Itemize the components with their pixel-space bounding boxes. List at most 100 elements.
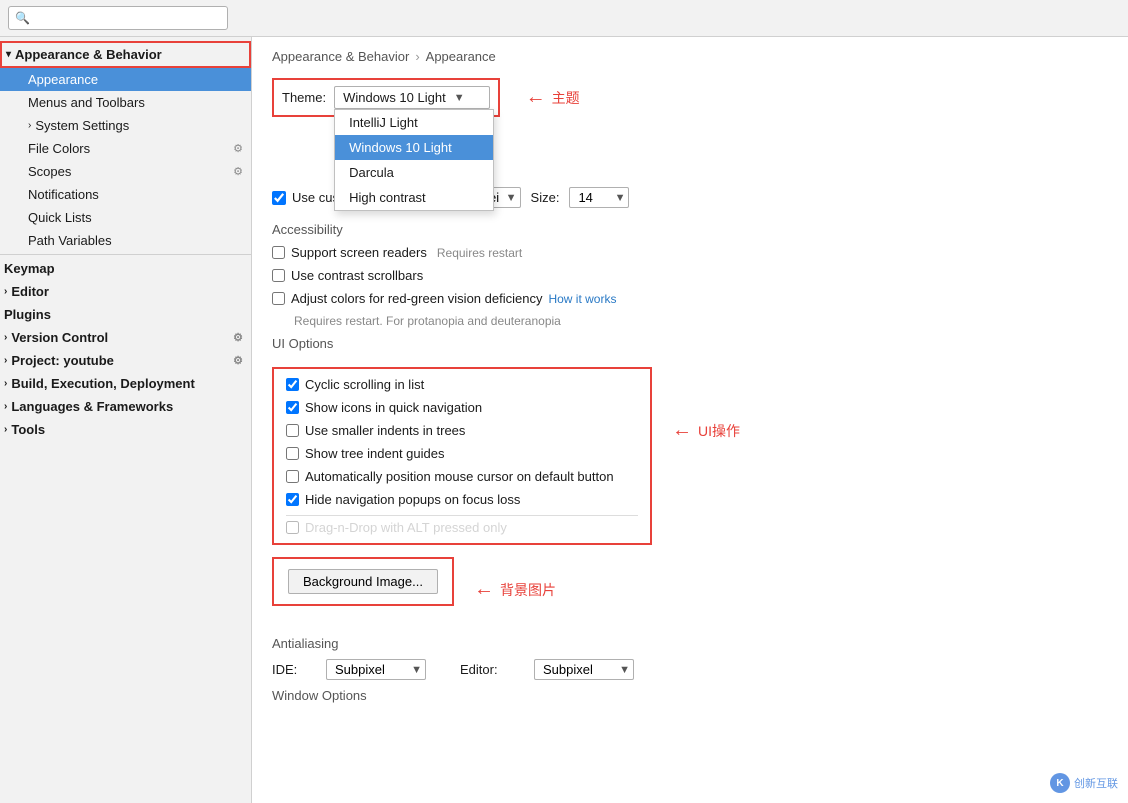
sidebar-item-path-variables[interactable]: Path Variables [0, 229, 251, 252]
theme-option-high-contrast[interactable]: High contrast [335, 185, 493, 210]
sidebar-item-appearance[interactable]: Appearance [0, 68, 251, 91]
search-icon: 🔍 [15, 11, 30, 25]
sidebar-item-label: Version Control [11, 330, 108, 345]
antialiasing-row: IDE: Subpixel Greyscale None ▼ Editor: S… [272, 659, 1108, 680]
ide-antialias-select[interactable]: Subpixel Greyscale None [326, 659, 426, 680]
smaller-indents-label: Use smaller indents in trees [305, 423, 465, 438]
show-icons-checkbox[interactable] [286, 401, 299, 414]
sidebar-item-label: System Settings [35, 118, 129, 133]
drag-drop-checkbox[interactable] [286, 521, 299, 534]
ui-ops-arrow: ← [672, 419, 692, 442]
tree-indent-row: Show tree indent guides [286, 446, 638, 461]
theme-dropdown-menu: IntelliJ Light Windows 10 Light Darcula … [334, 109, 494, 211]
smaller-indents-row: Use smaller indents in trees [286, 423, 638, 438]
background-image-button[interactable]: Background Image... [288, 569, 438, 594]
sidebar-item-tools[interactable]: › Tools [0, 418, 251, 441]
chevron-icon: ▾ [6, 49, 11, 60]
cyclic-scroll-checkbox[interactable] [286, 378, 299, 391]
breadcrumb: Appearance & Behavior › Appearance [272, 49, 1108, 64]
sidebar-item-languages-frameworks[interactable]: › Languages & Frameworks [0, 395, 251, 418]
chevron-icon: › [4, 424, 7, 435]
show-icons-row: Show icons in quick navigation [286, 400, 638, 415]
antialiasing-section: Antialiasing IDE: Subpixel Greyscale Non… [272, 636, 1108, 680]
sidebar-item-notifications[interactable]: Notifications [0, 183, 251, 206]
sidebar-item-label: Path Variables [28, 233, 112, 248]
contrast-scrollbars-label: Use contrast scrollbars [291, 268, 423, 283]
settings-icon: ⚙ [233, 354, 243, 367]
settings-icon: ⚙ [233, 142, 243, 155]
sidebar-item-label: Editor [11, 284, 49, 299]
window-options-heading: Window Options [272, 688, 1108, 703]
screen-readers-label: Support screen readers [291, 245, 427, 260]
theme-option-intellij[interactable]: IntelliJ Light [335, 110, 493, 135]
background-image-box: Background Image... [272, 557, 454, 606]
settings-icon: ⚙ [233, 331, 243, 344]
sidebar-item-label: Tools [11, 422, 45, 437]
breadcrumb-part2: Appearance [426, 49, 496, 64]
ide-label: IDE: [272, 662, 312, 677]
ui-ops-annotation: ← UI操作 [672, 419, 740, 442]
hide-nav-popups-row: Hide navigation popups on focus loss [286, 492, 638, 507]
size-label: Size: [531, 190, 560, 205]
sidebar-item-appearance-behavior[interactable]: ▾ Appearance & Behavior [0, 41, 251, 68]
theme-select-display[interactable]: Windows 10 Light ▼ [334, 86, 490, 109]
sidebar-item-keymap[interactable]: Keymap [0, 257, 251, 280]
breadcrumb-part1: Appearance & Behavior [272, 49, 409, 64]
chevron-icon: › [4, 286, 7, 297]
size-select[interactable]: 14 [569, 187, 629, 208]
cyclic-scroll-row: Cyclic scrolling in list [286, 377, 638, 392]
theme-dropdown-wrapper: Windows 10 Light ▼ IntelliJ Light Window… [334, 86, 490, 109]
editor-label: Editor: [460, 662, 520, 677]
sidebar-item-menus-toolbars[interactable]: Menus and Toolbars [0, 91, 251, 114]
how-it-works-link[interactable]: How it works [548, 292, 616, 306]
sidebar-item-plugins[interactable]: Plugins [0, 303, 251, 326]
cyclic-scroll-label: Cyclic scrolling in list [305, 377, 424, 392]
sidebar-item-version-control[interactable]: › Version Control ⚙ [0, 326, 251, 349]
sidebar-item-build-execution[interactable]: › Build, Execution, Deployment [0, 372, 251, 395]
theme-option-windows10[interactable]: Windows 10 Light [335, 135, 493, 160]
use-custom-font-checkbox[interactable] [272, 191, 286, 205]
sidebar: ▾ Appearance & Behavior Appearance Menus… [0, 37, 252, 803]
adjust-colors-checkbox[interactable] [272, 292, 285, 305]
main-layout: ▾ Appearance & Behavior Appearance Menus… [0, 37, 1128, 803]
ui-ops-annotation-label: UI操作 [698, 421, 740, 441]
search-box: 🔍 [8, 6, 228, 30]
sidebar-item-label: Appearance [28, 72, 98, 87]
ide-antialias-wrapper: Subpixel Greyscale None ▼ [326, 659, 426, 680]
smaller-indents-checkbox[interactable] [286, 424, 299, 437]
theme-option-darcula[interactable]: Darcula [335, 160, 493, 185]
watermark: K 创新互联 [1050, 773, 1118, 793]
contrast-scrollbars-checkbox[interactable] [272, 269, 285, 282]
chevron-icon: › [4, 355, 7, 366]
chevron-icon: › [4, 401, 7, 412]
sidebar-item-scopes[interactable]: Scopes ⚙ [0, 160, 251, 183]
requires-restart-label: Requires restart [437, 246, 522, 260]
sidebar-item-system-settings[interactable]: › System Settings [0, 114, 251, 137]
search-input[interactable] [34, 11, 221, 25]
sidebar-item-label: File Colors [28, 141, 90, 156]
sidebar-item-project-youtube[interactable]: › Project: youtube ⚙ [0, 349, 251, 372]
ui-options-heading: UI Options [272, 336, 1108, 351]
sidebar-item-file-colors[interactable]: File Colors ⚙ [0, 137, 251, 160]
sidebar-item-label: Project: youtube [11, 353, 114, 368]
contrast-scrollbars-item: Use contrast scrollbars [272, 268, 1108, 283]
accessibility-sub-note: Requires restart. For protanopia and deu… [294, 314, 1108, 328]
auto-cursor-row: Automatically position mouse cursor on d… [286, 469, 638, 484]
sidebar-item-quick-lists[interactable]: Quick Lists [0, 206, 251, 229]
sidebar-item-label: Notifications [28, 187, 99, 202]
sidebar-item-editor[interactable]: › Editor [0, 280, 251, 303]
theme-dropdown-arrow: ▼ [454, 92, 465, 104]
hide-nav-popups-checkbox[interactable] [286, 493, 299, 506]
theme-current-value: Windows 10 Light [343, 90, 446, 105]
accessibility-heading: Accessibility [272, 222, 1108, 237]
auto-cursor-checkbox[interactable] [286, 470, 299, 483]
tree-indent-checkbox[interactable] [286, 447, 299, 460]
theme-label: Theme: [282, 90, 326, 105]
sidebar-item-label: Languages & Frameworks [11, 399, 173, 414]
editor-antialias-select[interactable]: Subpixel Greyscale None [534, 659, 634, 680]
drag-drop-row: Drag-n-Drop with ALT pressed only [286, 515, 638, 535]
screen-readers-checkbox[interactable] [272, 246, 285, 259]
antialiasing-heading: Antialiasing [272, 636, 1108, 651]
sidebar-item-label: Plugins [4, 307, 51, 322]
drag-drop-label: Drag-n-Drop with ALT pressed only [305, 520, 507, 535]
